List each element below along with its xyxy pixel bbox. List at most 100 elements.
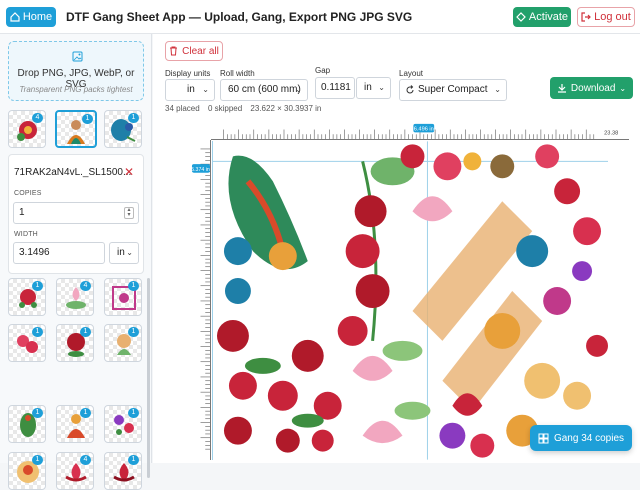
ruler-left-marker: 5.374 in — [191, 167, 210, 173]
selected-item-card: 71RAK2aN4vL._SL1500... ✕ COPIES 1 ▴ ▾ WID… — [8, 154, 144, 274]
main-panel: Clear all Display units in ⌄ Roll width … — [153, 34, 640, 463]
chevron-down-icon: ⌄ — [378, 83, 385, 92]
remove-icon[interactable]: ✕ — [124, 165, 134, 179]
home-label: Home — [22, 11, 53, 23]
roll-width-select[interactable]: 60 cm (600 mm) ⌄ — [220, 79, 308, 101]
thumb-badge: 4 — [80, 455, 91, 465]
thumb-peacock[interactable]: 1 — [104, 110, 142, 148]
activate-button[interactable]: Activate — [513, 7, 571, 27]
ruler-top: 6.496 in 23.38 — [211, 122, 629, 140]
clear-all-label: Clear all — [182, 45, 219, 57]
figures-art — [412, 201, 592, 447]
chevron-down-icon: ⌄ — [202, 85, 209, 94]
thumb-badge: 1 — [80, 408, 91, 418]
copies-input[interactable]: 1 ▴ ▾ — [13, 202, 139, 224]
skipped-count: 0 skipped — [207, 104, 243, 113]
copies-label: COPIES — [14, 190, 42, 197]
ruler-top-end: 23.38 — [604, 130, 618, 136]
thumb-badge: 1 — [128, 327, 139, 337]
roll-width-label: Roll width — [220, 69, 255, 78]
gap-value: 0.1181 — [321, 82, 351, 93]
gap-unit-value: in — [364, 82, 372, 93]
copies-stepper[interactable]: ▴ ▾ — [124, 207, 134, 219]
display-units-select[interactable]: in ⌄ — [165, 79, 215, 101]
thumb-badge: 1 — [32, 327, 43, 337]
activate-label: Activate — [528, 11, 569, 23]
sheet-size: 23.622 × 30.3937 in — [250, 104, 322, 113]
sidebar-scrollbar[interactable] — [147, 278, 150, 478]
display-units-label: Display units — [165, 69, 211, 78]
logout-button[interactable]: Log out — [577, 7, 635, 27]
logout-label: Log out — [594, 11, 631, 23]
thumb-badge: 1 — [82, 114, 93, 124]
thumb-grid-7[interactable]: 1 — [56, 405, 94, 443]
thumb-badge: 1 — [32, 281, 43, 291]
ruler-top-marker: 6.496 in — [414, 127, 434, 133]
thumb-badge: 1 — [80, 327, 91, 337]
thumb-grid-2[interactable]: 1 — [104, 278, 142, 316]
parrot-art — [223, 155, 308, 304]
image-upload-icon — [72, 51, 83, 62]
width-value: 3.1496 — [19, 247, 50, 258]
app-header: Home DTF Gang Sheet App — Upload, Gang, … — [0, 0, 640, 34]
logout-icon — [581, 12, 591, 22]
thumb-grid-1[interactable]: 4 — [56, 278, 94, 316]
thumb-grid-0[interactable]: 1 — [8, 278, 46, 316]
width-unit-select[interactable]: in ⌄ — [109, 242, 139, 264]
thumb-grid-11[interactable]: 1 — [104, 452, 142, 490]
gang-sheet-preview[interactable] — [212, 141, 608, 460]
thumb-grid-4[interactable]: 1 — [56, 324, 94, 362]
thumb-badge: 1 — [128, 113, 139, 123]
thumb-red-flower[interactable]: 4 — [8, 110, 46, 148]
red-flowers-stem-art — [337, 157, 415, 346]
thumb-badge: 1 — [128, 455, 139, 465]
sidebar: Drop PNG, JPG, WebP, or SVG Transparent … — [0, 34, 152, 490]
thumb-lady-figure[interactable]: 1 — [55, 110, 97, 148]
width-input[interactable]: 3.1496 — [13, 242, 105, 264]
thumb-badge: 1 — [32, 408, 43, 418]
thumb-grid-3[interactable]: 1 — [8, 324, 46, 362]
download-button[interactable]: Download ⌄ — [550, 77, 633, 99]
layout-select[interactable]: Super Compact ⌄ — [399, 79, 507, 101]
thumb-grid-9[interactable]: 1 — [8, 452, 46, 490]
gang-label: Gang 34 copies — [553, 432, 625, 444]
rose-art — [216, 319, 342, 453]
gap-input[interactable]: 0.1181 — [315, 77, 355, 99]
clear-all-button[interactable]: Clear all — [165, 41, 223, 61]
thumb-badge: 4 — [32, 113, 43, 123]
thumb-badge: 1 — [128, 408, 139, 418]
gap-label: Gap — [315, 66, 331, 75]
thumb-grid-8[interactable]: 1 — [104, 405, 142, 443]
ruler-left: 5.374 in — [191, 140, 211, 460]
download-icon — [557, 84, 566, 93]
chevron-down-icon: ⌄ — [295, 85, 302, 94]
chevron-down-icon: ⌄ — [619, 83, 627, 93]
app-title: DTF Gang Sheet App — Upload, Gang, Expor… — [66, 10, 413, 24]
width-unit-value: in — [117, 247, 125, 258]
home-icon — [10, 12, 20, 22]
home-button[interactable]: Home — [6, 7, 56, 27]
placed-count: 34 placed — [165, 104, 200, 113]
upload-dropzone[interactable]: Drop PNG, JPG, WebP, or SVG Transparent … — [8, 41, 144, 101]
chevron-down-icon: ⌄ — [126, 248, 133, 257]
stats-bar: 34 placed 0 skipped 23.622 × 30.3937 in — [165, 104, 327, 113]
copies-value: 1 — [19, 207, 25, 218]
dropzone-subtitle: Transparent PNG packs tightest — [19, 85, 133, 94]
roll-width-value: 60 cm (600 mm) — [228, 84, 301, 95]
gap-unit-select[interactable]: in ⌄ — [356, 77, 391, 99]
thumb-grid-6[interactable]: 1 — [8, 405, 46, 443]
thumb-badge: 1 — [128, 281, 139, 291]
chevron-down-icon: ⌄ — [494, 85, 501, 94]
thumb-grid-10[interactable]: 4 — [56, 452, 94, 490]
thumb-badge: 4 — [80, 281, 91, 291]
display-units-value: in — [187, 84, 195, 95]
gang-button[interactable]: Gang 34 copies — [530, 425, 632, 451]
layout-value: Super Compact — [418, 84, 488, 95]
selected-filename: 71RAK2aN4vL._SL1500... — [14, 167, 132, 178]
download-label: Download — [570, 82, 616, 94]
trash-icon — [170, 46, 178, 56]
thumb-grid-5[interactable]: 1 — [104, 324, 142, 362]
layout-label: Layout — [399, 69, 424, 78]
layout-refresh-icon — [406, 85, 414, 94]
gang-canvas[interactable]: 6.496 in 23.38 5.374 in — [191, 122, 635, 460]
